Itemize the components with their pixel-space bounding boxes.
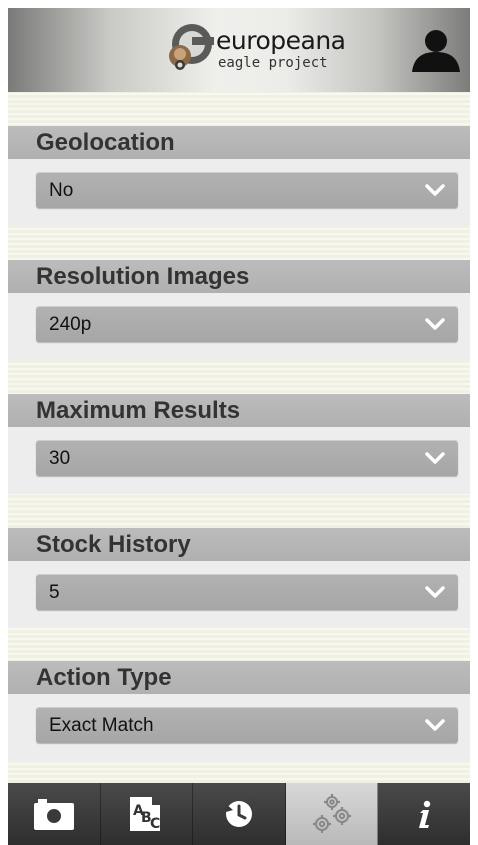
setting-header: Maximum Results xyxy=(8,394,470,427)
user-icon xyxy=(412,30,460,72)
info-icon xyxy=(419,800,431,828)
setting-label: Maximum Results xyxy=(36,397,241,424)
setting-header: Stock History xyxy=(8,528,470,561)
resolution-images-select[interactable]: 240p xyxy=(36,306,458,342)
settings-gears-icon xyxy=(312,794,351,833)
chevron-down-icon xyxy=(425,452,445,464)
select-value: Exact Match xyxy=(49,715,154,736)
user-profile-button[interactable] xyxy=(410,28,462,74)
setting-label: Action Type xyxy=(36,664,172,691)
tab-camera[interactable] xyxy=(8,783,101,845)
setting-body: 240p xyxy=(8,293,470,360)
select-value: 30 xyxy=(49,448,71,469)
logo-title: europeana xyxy=(216,26,346,55)
app-screen: europeana eagle project Geolocation No R… xyxy=(8,8,470,845)
setting-body: Exact Match xyxy=(8,694,470,761)
setting-label: Resolution Images xyxy=(36,263,250,290)
chevron-down-icon xyxy=(425,318,445,330)
logo-subtitle: eagle project xyxy=(218,55,328,71)
europeana-logo: europeana eagle project xyxy=(168,22,348,80)
text-recognition-icon: A B C xyxy=(130,797,161,832)
setting-label: Geolocation xyxy=(36,129,175,156)
stock-history-select[interactable]: 5 xyxy=(36,574,458,610)
setting-body: 5 xyxy=(8,561,470,628)
action-type-select[interactable]: Exact Match xyxy=(36,707,458,743)
setting-header: Resolution Images xyxy=(8,260,470,293)
history-icon xyxy=(225,801,252,827)
setting-body: No xyxy=(8,159,470,226)
select-value: No xyxy=(49,180,74,201)
tab-settings[interactable] xyxy=(285,783,379,845)
geolocation-select[interactable]: No xyxy=(36,172,458,208)
setting-header: Action Type xyxy=(8,661,470,694)
setting-header: Geolocation xyxy=(8,126,470,159)
chevron-down-icon xyxy=(425,184,445,196)
bottom-tab-bar: A B C xyxy=(8,783,470,845)
app-header: europeana eagle project xyxy=(8,8,470,92)
select-value: 5 xyxy=(49,582,60,603)
tab-text-recognition[interactable]: A B C xyxy=(101,783,194,845)
chevron-down-icon xyxy=(425,586,445,598)
setting-body: 30 xyxy=(8,427,470,494)
setting-label: Stock History xyxy=(36,531,191,558)
maximum-results-select[interactable]: 30 xyxy=(36,440,458,476)
tab-history[interactable] xyxy=(193,783,286,845)
select-value: 240p xyxy=(49,314,92,335)
europeana-logo-mark-icon xyxy=(169,24,214,70)
tab-info[interactable] xyxy=(378,783,470,845)
camera-icon xyxy=(33,799,74,830)
chevron-down-icon xyxy=(425,719,445,731)
svg-text:C: C xyxy=(150,816,160,832)
